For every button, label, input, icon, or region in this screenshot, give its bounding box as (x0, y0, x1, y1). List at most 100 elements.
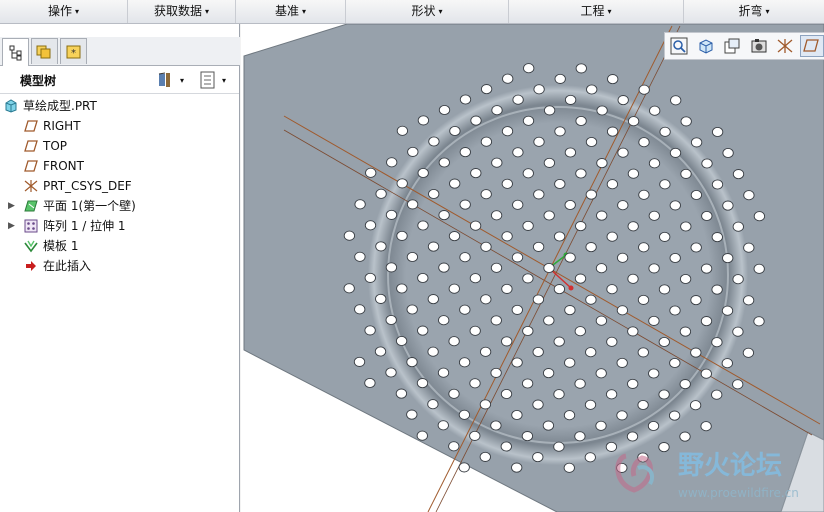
tree-item-insert-here[interactable]: 在此插入 (0, 256, 239, 276)
pattern-hole[interactable] (395, 388, 408, 399)
pattern-hole[interactable] (522, 273, 534, 284)
pattern-hole[interactable] (606, 284, 618, 295)
pattern-hole[interactable] (416, 430, 428, 441)
tree-item-part[interactable]: 草绘成型.PRT (0, 96, 239, 116)
pattern-hole[interactable] (648, 158, 661, 169)
pattern-hole[interactable] (502, 73, 514, 84)
view-orientation-button[interactable] (694, 35, 719, 57)
pattern-hole[interactable] (669, 252, 681, 264)
pattern-hole[interactable] (543, 105, 556, 116)
pattern-hole[interactable] (479, 399, 492, 410)
pattern-hole[interactable] (385, 262, 398, 273)
pattern-hole[interactable] (343, 230, 356, 241)
pattern-hole[interactable] (480, 241, 492, 252)
pattern-hole[interactable] (385, 209, 398, 220)
pattern-hole[interactable] (722, 253, 734, 264)
pattern-hole[interactable] (407, 146, 419, 157)
pattern-hole[interactable] (742, 347, 755, 358)
pattern-hole[interactable] (689, 400, 702, 411)
pattern-hole[interactable] (669, 147, 682, 158)
pattern-hole[interactable] (501, 283, 513, 294)
pattern-hole[interactable] (711, 337, 723, 348)
pattern-hole[interactable] (659, 126, 671, 137)
pattern-hole[interactable] (479, 451, 491, 462)
pattern-hole[interactable] (501, 178, 513, 189)
pattern-hole[interactable] (386, 157, 398, 168)
pattern-hole[interactable] (627, 273, 639, 284)
pattern-hole[interactable] (353, 356, 366, 367)
favorites-tab[interactable]: * (60, 38, 87, 64)
pattern-hole[interactable] (532, 294, 545, 305)
pattern-hole[interactable] (607, 74, 619, 85)
pattern-hole[interactable] (427, 399, 439, 410)
pattern-hole[interactable] (680, 116, 692, 127)
pattern-hole[interactable] (364, 220, 377, 231)
pattern-hole[interactable] (564, 199, 576, 211)
pattern-hole[interactable] (459, 94, 472, 105)
menu-shapes[interactable]: 形状 ▾ (346, 0, 509, 23)
pattern-hole[interactable] (584, 399, 597, 410)
pattern-hole[interactable] (532, 241, 545, 252)
pattern-hole[interactable] (533, 136, 545, 147)
pattern-hole[interactable] (732, 221, 744, 232)
pattern-hole[interactable] (396, 283, 408, 294)
pattern-hole[interactable] (406, 409, 418, 420)
pattern-hole[interactable] (680, 221, 692, 232)
model-tree-tab[interactable] (2, 38, 29, 66)
pattern-hole[interactable] (585, 189, 597, 200)
pattern-hole[interactable] (648, 263, 660, 274)
annotation-display-button[interactable] (799, 35, 824, 57)
pattern-hole[interactable] (585, 347, 597, 358)
pattern-hole[interactable] (438, 157, 450, 168)
pattern-hole[interactable] (523, 63, 535, 74)
display-style-button[interactable] (747, 35, 772, 57)
pattern-hole[interactable] (406, 304, 418, 315)
pattern-hole[interactable] (743, 190, 755, 201)
tree-item-form[interactable]: 模板 1 (0, 236, 239, 256)
pattern-hole[interactable] (606, 231, 618, 242)
pattern-hole[interactable] (532, 346, 544, 358)
pattern-hole[interactable] (627, 221, 639, 232)
pattern-hole[interactable] (354, 199, 366, 210)
pattern-hole[interactable] (553, 284, 566, 295)
pattern-hole[interactable] (584, 452, 596, 463)
pattern-hole[interactable] (637, 399, 649, 411)
pattern-hole[interactable] (596, 105, 608, 116)
pattern-hole[interactable] (406, 251, 419, 263)
pattern-hole[interactable] (586, 84, 598, 95)
pattern-hole[interactable] (638, 242, 650, 253)
pattern-hole[interactable] (365, 167, 377, 178)
pattern-hole[interactable] (711, 179, 724, 190)
pattern-hole[interactable] (459, 147, 471, 158)
pattern-hole[interactable] (574, 431, 586, 442)
tree-item-top[interactable]: TOP (0, 136, 239, 156)
pattern-hole[interactable] (711, 232, 723, 243)
pattern-hole[interactable] (670, 95, 682, 106)
pattern-hole[interactable] (732, 274, 744, 285)
pattern-hole[interactable] (500, 388, 513, 400)
pattern-hole[interactable] (679, 273, 692, 285)
pattern-hole[interactable] (396, 125, 409, 136)
zoom-fit-button[interactable] (667, 35, 692, 57)
pattern-hole[interactable] (501, 336, 513, 347)
pattern-hole[interactable] (616, 410, 628, 421)
pattern-hole[interactable] (459, 252, 471, 263)
pattern-hole[interactable] (458, 409, 471, 420)
pattern-hole[interactable] (647, 420, 660, 432)
pattern-hole[interactable] (490, 262, 503, 273)
pattern-hole[interactable] (438, 262, 450, 273)
pattern-hole[interactable] (596, 158, 608, 169)
pattern-hole[interactable] (690, 295, 702, 306)
pattern-hole[interactable] (627, 378, 639, 389)
pattern-hole[interactable] (742, 295, 755, 306)
pattern-hole[interactable] (574, 326, 586, 337)
pattern-hole[interactable] (553, 336, 565, 347)
pattern-hole[interactable] (491, 157, 503, 168)
tree-show-button[interactable]: ▾ (198, 70, 226, 90)
pattern-hole[interactable] (585, 242, 597, 253)
pattern-hole[interactable] (564, 147, 577, 158)
pattern-hole[interactable] (427, 241, 440, 252)
pattern-hole[interactable] (458, 357, 471, 368)
pattern-hole[interactable] (417, 115, 430, 126)
pattern-hole[interactable] (512, 199, 524, 210)
